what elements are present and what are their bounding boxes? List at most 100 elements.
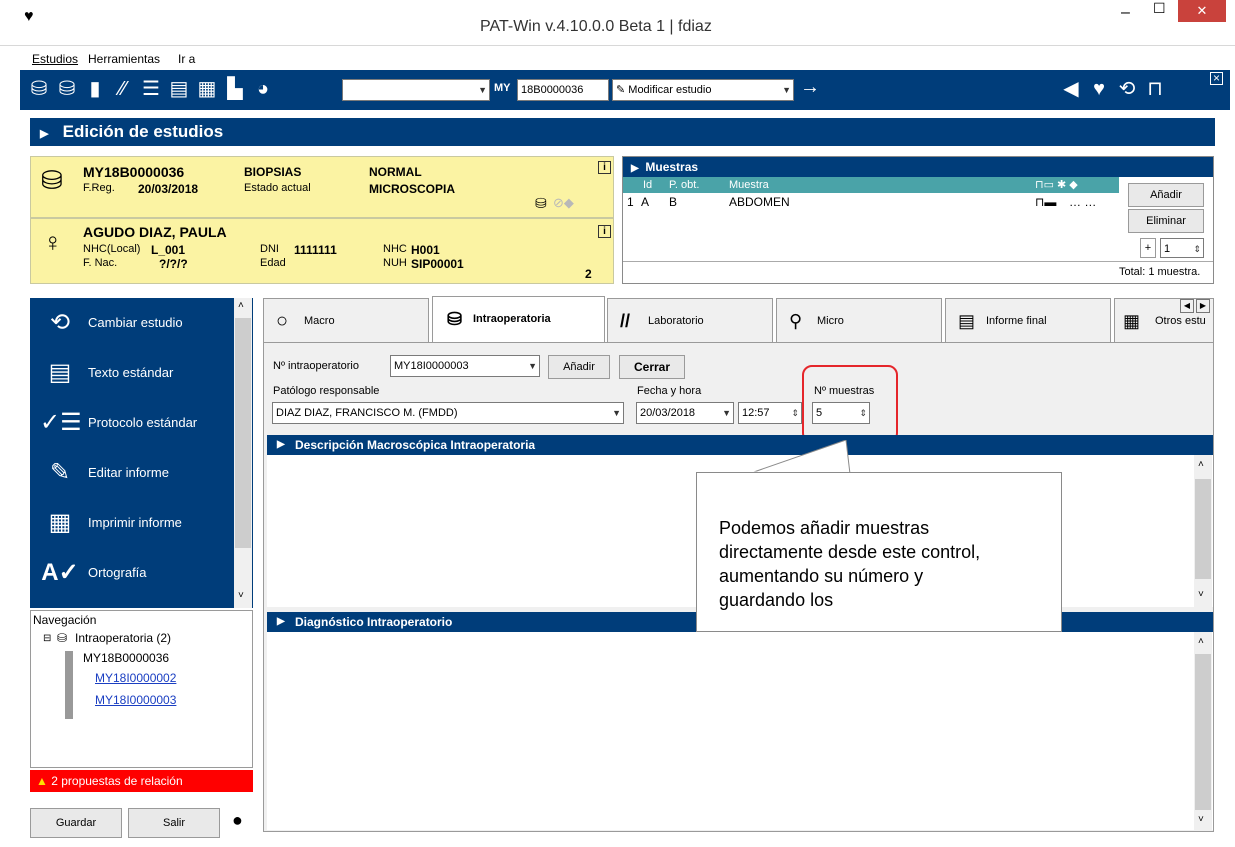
sidebar-item-label: Ortografía xyxy=(88,565,147,580)
macro-section-title: Descripción Macroscópica Intraoperatoria xyxy=(295,438,536,452)
menu-herramientas[interactable]: Herramientas xyxy=(88,52,160,66)
study-info-icon[interactable]: i xyxy=(598,161,611,174)
tab-intraoperatoria[interactable]: ⛁ Intraoperatoria xyxy=(432,296,605,342)
chat-icon[interactable]: ● xyxy=(232,810,243,831)
go-button[interactable]: → xyxy=(800,76,820,99)
nav-link-intraop-2[interactable]: MY18I0000002 xyxy=(95,671,176,685)
collapse-icon[interactable]: ⊟ xyxy=(43,633,51,644)
pathologist-combo[interactable]: DIAZ DIAZ, FRANCISCO M. (FMDD) ▼ xyxy=(272,402,624,424)
scroll-down-icon[interactable]: ˅ xyxy=(1198,814,1204,825)
exit-button[interactable]: Salir xyxy=(128,808,220,838)
divider xyxy=(623,261,1213,262)
pathologist-value: DIAZ DIAZ, FRANCISCO M. (FMDD) xyxy=(276,407,458,419)
column-status-icons: ⊓▭ ✱ ◆ xyxy=(1035,179,1078,191)
scroll-down-icon[interactable]: ˅ xyxy=(238,590,244,601)
close-pane-icon[interactable]: × xyxy=(1210,72,1223,85)
patient-study-count: 2 xyxy=(585,267,592,281)
diagnosis-text-area[interactable] xyxy=(267,632,1213,830)
action-combo[interactable]: ✎ Modificar estudio ▼ xyxy=(612,79,794,101)
search-combo[interactable]: ▼ xyxy=(342,79,490,101)
sidebar-item-texto-estandar[interactable]: ▤ Texto estándar xyxy=(30,348,230,398)
delete-sample-button[interactable]: Eliminar xyxy=(1128,209,1204,233)
close-intraop-button[interactable]: Cerrar xyxy=(619,355,685,379)
document-icon[interactable]: ▮ xyxy=(82,76,108,102)
intraop-number-value: MY18I0000003 xyxy=(394,360,469,372)
report-icon[interactable]: ▤ xyxy=(166,76,192,102)
checklist-icon: ✓☰ xyxy=(40,409,82,436)
tab-laboratorio[interactable]: // Laboratorio xyxy=(607,298,773,342)
lock-icon[interactable]: ⊓ xyxy=(1142,76,1168,102)
printer-icon[interactable]: ▦ xyxy=(194,76,220,102)
dislike-icon[interactable]: ♥ xyxy=(1086,76,1112,102)
tab-scroll-left-icon[interactable]: ◀ xyxy=(1180,299,1194,313)
spinner-arrows-icon[interactable]: ⇕ xyxy=(1193,239,1201,259)
sample-extra: … … xyxy=(1069,195,1097,209)
menu-estudios[interactable]: Estudios xyxy=(32,52,78,66)
close-button[interactable]: ✕ xyxy=(1178,0,1226,22)
list-icon[interactable]: ☰ xyxy=(138,76,164,102)
warning-bar[interactable]: ▲ 2 propuestas de relación xyxy=(30,770,253,792)
sidebar-item-imprimir-informe[interactable]: ▦ Imprimir informe xyxy=(30,498,230,548)
tree-line xyxy=(65,651,73,719)
menu-bar: Estudios Herramientas Ir a xyxy=(0,46,1235,70)
date-picker[interactable]: 20/03/2018 ▼ xyxy=(636,402,734,424)
nav-link-intraop-3[interactable]: MY18I0000003 xyxy=(95,693,176,707)
minimize-button[interactable]: – xyxy=(1121,4,1130,22)
file-icon[interactable]: ▙ xyxy=(222,76,248,102)
column-id: Id xyxy=(643,179,653,191)
tab-scroll-right-icon[interactable]: ▶ xyxy=(1196,299,1210,313)
text-document-icon: ▤ xyxy=(48,359,72,386)
study-code-input[interactable]: 18B0000036 xyxy=(517,79,609,101)
spinner-arrows-icon[interactable]: ⇕ xyxy=(791,403,799,423)
add-intraop-button[interactable]: Añadir xyxy=(548,355,610,379)
menu-ir-a[interactable]: Ir a xyxy=(178,52,195,66)
surgeon-mini-icon: ⛁ xyxy=(535,195,547,211)
sidebar-item-label: Protocolo estándar xyxy=(88,415,198,430)
scroll-down-icon[interactable]: ˅ xyxy=(1198,589,1204,600)
refresh-icon[interactable]: ⟲ xyxy=(1114,76,1140,102)
sidebar-scrollbar[interactable]: ˄ ˅ xyxy=(234,298,252,608)
surgeon-icon[interactable]: ⛁ xyxy=(54,76,80,102)
scroll-up-icon[interactable]: ˄ xyxy=(238,300,244,311)
sidebar-item-protocolo-estandar[interactable]: ✓☰ Protocolo estándar xyxy=(30,398,230,448)
maximize-button[interactable]: ☐ xyxy=(1153,0,1166,17)
tab-label: Micro xyxy=(817,315,844,327)
intraop-number-combo[interactable]: MY18I0000003 ▼ xyxy=(390,355,540,377)
scroll-up-icon[interactable]: ˄ xyxy=(1198,459,1204,470)
sidebar-item-label: Editar informe xyxy=(88,465,169,480)
surgeon-icon: ⛁ xyxy=(447,309,463,329)
tab-macro[interactable]: ○ Macro xyxy=(263,298,429,342)
scroll-thumb[interactable] xyxy=(1195,654,1211,810)
nav-root[interactable]: Intraoperatoria (2) xyxy=(75,631,171,645)
scroll-thumb[interactable] xyxy=(235,318,251,548)
page-header: ▶ Edición de estudios xyxy=(30,118,1215,146)
surgeon-icon: ⛁ xyxy=(57,631,68,645)
sidebar-item-cambiar-estudio[interactable]: ⟲ Cambiar estudio xyxy=(30,298,230,348)
pie-chart-icon[interactable]: ◕ xyxy=(250,76,276,102)
macro-scrollbar[interactable]: ˄ ˅ xyxy=(1194,455,1212,607)
nav-study[interactable]: MY18B0000036 xyxy=(83,651,169,665)
diagnosis-scrollbar[interactable]: ˄ ˅ xyxy=(1194,632,1212,830)
add-sample-button[interactable]: Añadir xyxy=(1128,183,1204,207)
sidebar-item-label: Cambiar estudio xyxy=(88,315,183,330)
samples-panel: ▶ Muestras Id P. obt. Muestra ⊓▭ ✱ ◆ 1 A… xyxy=(622,156,1214,284)
scroll-thumb[interactable] xyxy=(1195,479,1211,579)
patient-info-icon[interactable]: i xyxy=(598,225,611,238)
sample-spinner[interactable]: 1 ⇕ xyxy=(1160,238,1204,258)
scroll-up-icon[interactable]: ˄ xyxy=(1198,636,1204,647)
tab-informe-final[interactable]: ▤ Informe final xyxy=(945,298,1111,342)
sidebar-item-editar-informe[interactable]: ✎ Editar informe xyxy=(30,448,230,498)
samples-header: ▶ Muestras xyxy=(623,157,1213,177)
save-button[interactable]: Guardar xyxy=(30,808,122,838)
prefix-label: MY xyxy=(494,82,511,94)
slides-icon[interactable]: ⁄⁄ xyxy=(110,76,136,102)
tab-micro[interactable]: ⚲ Micro xyxy=(776,298,942,342)
window-title: PAT-Win v.4.10.0.0 Beta 1 | fdiaz xyxy=(480,18,712,35)
sample-row[interactable]: 1 A B ABDOMEN ⊓▬ … … xyxy=(623,193,1119,211)
speaker-icon[interactable]: ◀ xyxy=(1058,76,1084,102)
printer-icon: ▦ xyxy=(48,509,72,536)
sidebar-item-ortografia[interactable]: A✓ Ortografía xyxy=(30,548,230,598)
pathology-icon[interactable]: ⛁ xyxy=(26,76,52,102)
time-spinner[interactable]: 12:57 ⇕ xyxy=(738,402,802,424)
increment-button[interactable]: + xyxy=(1140,238,1156,258)
